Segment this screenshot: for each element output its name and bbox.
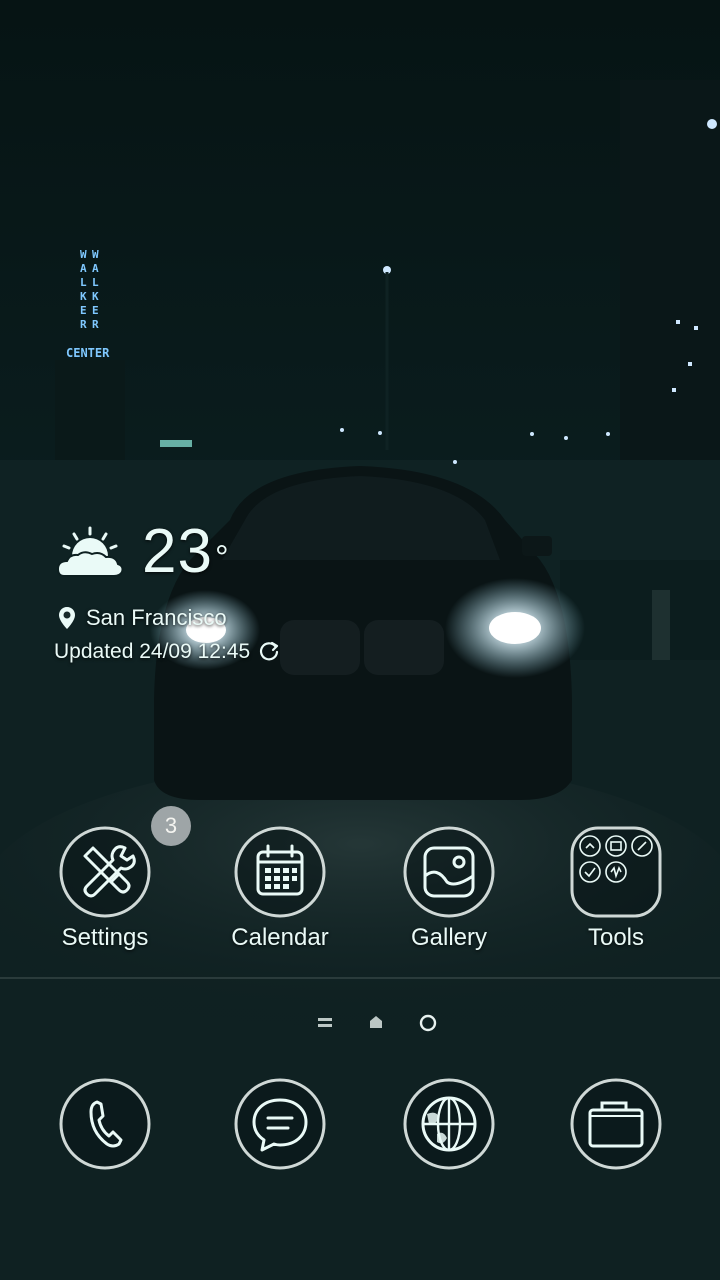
menu-indicator [318,1018,332,1027]
svg-text:W: W [92,248,99,261]
updated-text: Updated 24/09 12:45 [54,640,251,663]
app-gallery[interactable]: Gallery [374,826,524,966]
partly-cloudy-icon [56,526,124,577]
degree-symbol: ° [214,539,230,577]
page-indicator[interactable] [310,1010,440,1036]
settings-tools-icon [59,826,151,918]
svg-text:A: A [80,262,87,275]
gallery-icon [403,826,495,918]
svg-text:K: K [92,290,99,303]
camera-icon [570,1078,662,1170]
dock-messages[interactable] [205,1078,355,1170]
location-pin-icon [59,607,75,629]
svg-text:R: R [80,318,87,331]
svg-text:A: A [92,262,99,275]
app-tools-folder[interactable]: Tools [541,826,691,966]
weather-widget[interactable]: 23° San Francisco Updated 24/09 12:45 [54,517,376,670]
svg-text:W: W [80,248,87,261]
tools-folder-icon [570,826,662,918]
svg-text:CENTER: CENTER [66,346,110,360]
svg-text:R: R [92,318,99,331]
weather-updated: Updated 24/09 12:45 [54,640,280,664]
app-label: Tools [587,924,645,951]
app-settings[interactable]: 3 Settings [30,806,191,966]
location-name: San Francisco [86,605,227,630]
browser-globe-icon [403,1078,495,1170]
calendar-icon [234,826,326,918]
dock-browser[interactable] [374,1078,524,1170]
temperature: 23° [142,517,230,586]
refresh-icon[interactable] [258,641,280,663]
phone-icon [59,1078,151,1170]
svg-text:L: L [80,276,87,289]
svg-text:E: E [80,304,87,317]
messages-icon [234,1078,326,1170]
notification-badge: 3 [151,806,191,846]
location[interactable]: San Francisco [58,604,227,632]
app-label: Calendar [231,924,329,951]
svg-text:E: E [92,304,99,317]
page-dot [419,1014,437,1032]
svg-text:L: L [92,276,99,289]
svg-text:K: K [80,290,87,303]
home-indicator [370,1016,382,1028]
app-calendar[interactable]: Calendar [205,826,355,966]
app-label: Settings [61,924,149,951]
app-label: Gallery [410,924,488,951]
dock-phone[interactable] [30,1078,180,1170]
dock-camera[interactable] [541,1078,691,1170]
